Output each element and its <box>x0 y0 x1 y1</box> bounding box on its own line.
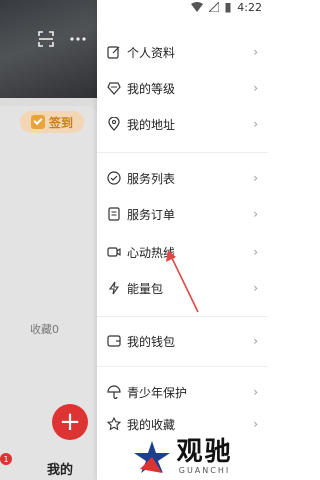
check-circle-icon <box>107 171 121 185</box>
signal-icon <box>209 2 220 12</box>
wallet-icon <box>107 335 121 347</box>
chevron-right-icon: › <box>253 385 258 399</box>
collect-count[interactable]: 收藏0 <box>30 321 59 337</box>
checkin-label: 签到 <box>48 115 73 130</box>
menu-label: 能量包 <box>127 281 164 296</box>
guanchi-logo-icon <box>134 440 171 473</box>
divider <box>97 366 268 367</box>
menu-label: 青少年保护 <box>127 385 188 400</box>
chevron-right-icon: › <box>253 334 258 348</box>
chevron-right-icon: › <box>253 417 258 431</box>
lightning-icon <box>108 281 120 295</box>
chevron-right-icon: › <box>253 81 258 95</box>
chevron-right-icon: › <box>253 117 258 131</box>
menu-label: 我的地址 <box>127 117 176 132</box>
add-button[interactable]: + <box>52 404 88 440</box>
battery-icon <box>225 2 231 12</box>
checkin-button[interactable]: 签到 <box>20 111 84 133</box>
watermark-title: 观驰 <box>176 437 233 467</box>
status-bar: 4:22 <box>191 0 268 14</box>
video-icon <box>107 247 121 257</box>
menu-label: 服务订单 <box>127 207 176 222</box>
status-time: 4:22 <box>237 0 262 14</box>
side-drawer: 个人资料 › 我的等级 › 我的地址 › 服务列表 › 服务订单 › 心动热线 … <box>97 0 268 480</box>
watermark-subtitle: GUANCHI <box>178 466 231 475</box>
menu-item-youth-protection[interactable]: 青少年保护 › <box>97 376 268 408</box>
menu-item-wallet[interactable]: 我的钱包 › <box>97 325 268 357</box>
wifi-icon <box>191 2 204 12</box>
menu-item-profile[interactable]: 个人资料 › <box>97 36 268 68</box>
watermark: 观驰 GUANCHI <box>97 433 268 480</box>
background-header <box>0 0 97 98</box>
menu-label: 我的收藏 <box>127 417 176 432</box>
menu-item-service-list[interactable]: 服务列表 › <box>97 162 268 194</box>
scan-icon[interactable] <box>37 30 55 48</box>
menu-item-service-orders[interactable]: 服务订单 › <box>97 198 268 230</box>
menu-label: 我的钱包 <box>127 334 176 349</box>
menu-label: 我的等级 <box>127 81 176 96</box>
umbrella-icon <box>107 385 121 399</box>
notification-badge: 1 <box>0 453 12 465</box>
checkin-icon <box>30 115 45 129</box>
chevron-right-icon: › <box>253 281 258 295</box>
annotation-arrow <box>166 250 199 313</box>
menu-item-level[interactable]: 我的等级 › <box>97 72 268 104</box>
chevron-right-icon: › <box>253 171 258 185</box>
document-icon <box>108 207 120 221</box>
edit-icon <box>107 46 120 59</box>
chevron-right-icon: › <box>253 207 258 221</box>
tab-mine[interactable]: 我的 <box>47 459 73 478</box>
location-icon <box>108 117 120 131</box>
menu-label: 服务列表 <box>127 171 176 186</box>
divider <box>97 316 268 317</box>
star-icon <box>107 417 121 431</box>
chevron-right-icon: › <box>253 45 258 59</box>
more-icon[interactable] <box>69 30 87 48</box>
menu-label: 个人资料 <box>127 45 176 60</box>
chevron-right-icon: › <box>253 245 258 259</box>
diamond-icon <box>107 82 121 95</box>
divider <box>97 152 268 153</box>
menu-item-address[interactable]: 我的地址 › <box>97 108 268 140</box>
